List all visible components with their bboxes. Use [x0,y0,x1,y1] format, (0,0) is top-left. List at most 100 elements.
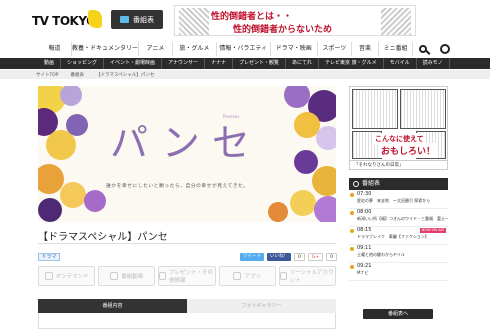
hero-title: パンセ [110,121,262,165]
sub-nav-item[interactable]: ショッピング [61,58,105,69]
search-icon [419,45,427,53]
tab-photo-gallery[interactable]: フォトギャラリー [187,299,336,313]
on-air-badge: NOW ON AIR [419,228,446,233]
gplus-button[interactable]: G+ [307,253,324,261]
tv-icon [120,16,129,23]
main-nav-item[interactable]: ドラマ・映画 [271,42,318,56]
page: TV TOKYO 番組表 性的倒錯者とは・・ 性的倒錯者からないため 報道 教養… [0,0,490,329]
sub-nav-item[interactable]: イベント・劇場映画 [104,58,163,69]
globe-icon [440,44,450,54]
breadcrumb: サイトTOP 番組表 【ドラマスペシャル】パンセ [0,70,490,79]
header-ad-banner[interactable]: 性的倒錯者とは・・ 性的倒錯者からないため [174,5,416,36]
schedule-row[interactable]: 08:00 新潟いい所【福】つきんのワイド・三重福 富士一望 [349,209,448,227]
schedule-row[interactable]: 09:21 Mナビ [349,263,448,281]
main-nav-item[interactable]: 旅・グルメ [173,42,217,56]
pansy-flower [60,86,82,106]
tweet-button[interactable]: ツイート [240,253,264,261]
social-account-button[interactable]: ソーシャルアカウント [278,266,337,286]
banner-illustration-left [179,8,209,35]
main-nav-item[interactable]: 教養・ドキュメンタリー [72,42,139,56]
main-nav-item[interactable]: ミニ番組 [379,42,414,56]
pansy-flower [60,182,86,208]
program-guide-button[interactable]: 番組表 [111,10,163,29]
pansy-flower [66,114,88,136]
hero-image: パンセ Pensees 誰かを幸せにしたいと願ったら、自分の幸せが見えてきた。 [38,86,336,222]
action-label: オンデマンド [55,274,89,280]
schedule-time: 07:30 [357,191,372,197]
manga-panel [352,89,398,129]
logo-mark-icon [88,10,102,28]
action-label: プレゼント・その他情報 [168,270,213,284]
pansy-flower [84,190,106,212]
breadcrumb-current: 【ドラマスペシャル】パンセ [96,72,155,78]
schedule-header: 番組表 [349,178,448,190]
tab-program-info[interactable]: 番組内容 [38,299,187,313]
sub-nav-item[interactable]: テレビ東京 旅・グルメ [319,58,384,69]
sub-nav-item[interactable]: 読みモノ [417,58,450,69]
ad-text-2: おもしろい！ [380,143,437,158]
app-button[interactable]: アプリ [218,266,276,286]
banner-illustration-right [381,8,411,35]
sub-nav: 動画 ショッピング イベント・劇場映画 アナウンサー ナナナ プレゼント・観覧 … [0,58,490,69]
time-dot-icon [350,247,354,251]
time-dot-icon [350,211,354,215]
sub-nav-item[interactable]: 動画 [38,58,62,69]
search-button[interactable] [412,40,434,58]
play-icon [44,272,53,280]
schedule-time: 09:21 [357,263,372,269]
present-button[interactable]: プレゼント・その他情報 [158,266,216,286]
breadcrumb-item[interactable]: 番組表 [65,72,91,78]
logo-text: TV TOKYO [32,14,96,28]
tv-tokyo-logo[interactable]: TV TOKYO [30,8,102,32]
schedule-title: 番組表 [362,180,381,187]
action-label: アプリ [244,274,261,280]
schedule-row[interactable]: 08:15 NOW ON AIR ドラマブレイク 華麗【ファクション】 [349,227,448,245]
divider [38,243,336,244]
ad-footer: 「それなりさんの日常」 [350,160,447,169]
sidebar-ad[interactable]: こんなに使えて おもしろい！ 「それなりさんの日常」 [349,86,448,170]
pansy-flower [312,166,336,196]
schedule-program: 歴史の夢 来支地 ～太田國引 探索から [357,198,431,203]
schedule-list: 07:30 歴史の夢 来支地 ～太田國引 探索から 08:00 新潟いい所【福】… [349,191,448,281]
nav-tools [412,40,456,58]
video-button[interactable]: 番組動画 [98,266,156,286]
pansy-flower [290,190,316,216]
main-nav-item[interactable]: アニメ [139,42,173,56]
tab-content [38,313,336,329]
top-header: TV TOKYO 番組表 性的倒錯者とは・・ 性的倒錯者からないため [0,0,490,38]
chat-icon [279,272,287,280]
gplus-count: 0 [326,253,338,261]
content-tabs: 番組内容 フォトギャラリー [38,299,336,313]
pansy-flower [268,202,288,222]
main-nav-item[interactable]: スポーツ [318,42,352,56]
main-nav-item[interactable]: 情報・バラエティ [217,42,271,56]
banner-text-2: 性的倒錯者からないため [233,25,333,35]
action-label: ソーシャルアカウント [289,270,334,284]
genre-tag[interactable]: ドラマ [38,253,60,261]
time-dot-icon [350,265,354,269]
action-buttons: オンデマンド 番組動画 プレゼント・その他情報 アプリ ソーシャルアカウント [38,266,337,286]
page-title: 【ドラマスペシャル】パンセ [38,232,168,243]
manga-panel [400,89,446,129]
like-button[interactable]: いいね！ [267,253,291,261]
main-nav-item[interactable]: 報道 [38,42,72,56]
pansy-flower [316,126,336,150]
on-demand-button[interactable]: オンデマンド [38,266,96,286]
schedule-time: 09:11 [357,245,372,251]
sub-nav-item[interactable]: あにてれ [286,58,319,69]
sub-nav-item[interactable]: ナナナ [205,58,233,69]
sub-nav-item[interactable]: アナウンサー [162,58,205,69]
breadcrumb-item[interactable]: サイトTOP [30,72,65,78]
video-icon [110,272,119,280]
language-button[interactable] [434,40,456,58]
main-nav-item[interactable]: 音楽 [352,42,380,56]
schedule-time: 08:00 [357,209,372,215]
schedule-row[interactable]: 07:30 歴史の夢 来支地 ～太田國引 探索から [349,191,448,209]
schedule-more-button[interactable]: 番組表へ [363,309,433,319]
program-guide-label: 番組表 [133,15,154,24]
pansy-flower [314,196,336,222]
pansy-flower [284,86,310,108]
schedule-row[interactable]: 09:11 土曜と他の鍵わからヤイル [349,245,448,263]
sub-nav-item[interactable]: モバイル [384,58,417,69]
sub-nav-item[interactable]: プレゼント・観覧 [233,58,286,69]
